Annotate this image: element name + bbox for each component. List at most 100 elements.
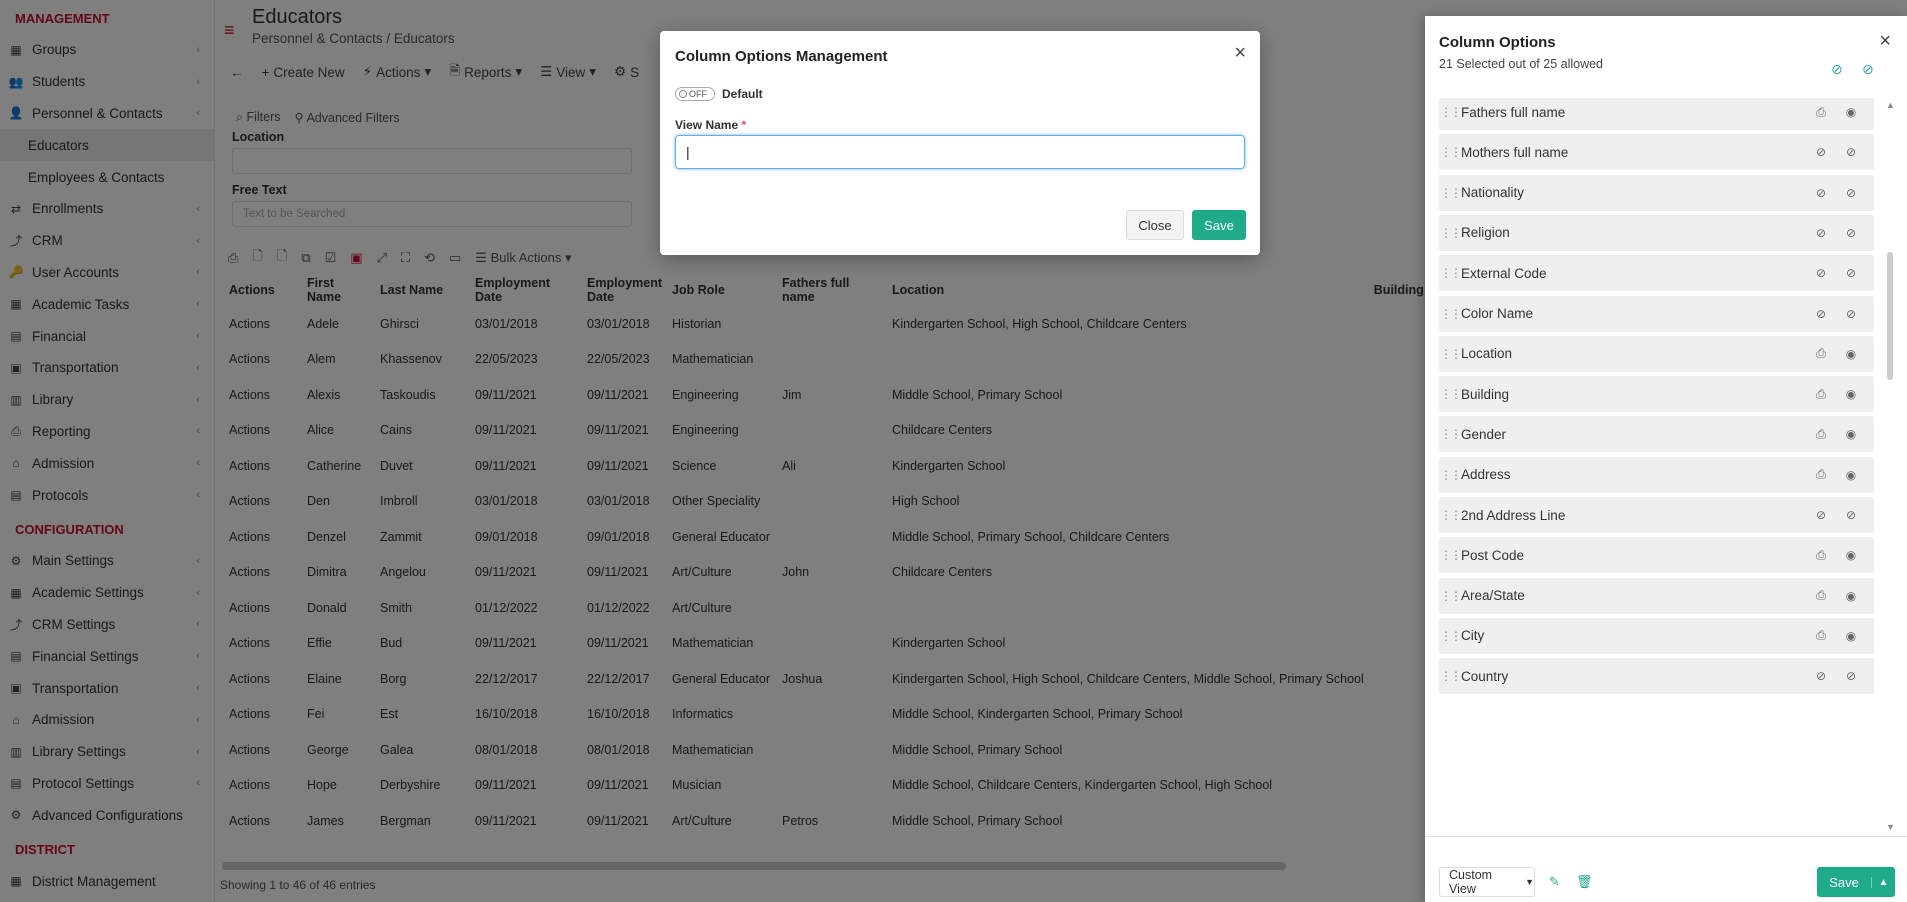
print-icon[interactable]: ⎙ [1806, 427, 1836, 442]
column-option-name: Location [1461, 346, 1513, 362]
drag-handle-icon[interactable]: ⋮⋮ [1439, 186, 1462, 200]
eye-icon[interactable]: ◉ [1836, 548, 1866, 562]
drag-handle-icon[interactable]: ⋮⋮ [1439, 266, 1462, 280]
print-hidden-icon[interactable]: ⊘ [1806, 307, 1836, 321]
column-option-item[interactable]: ⋮⋮ Address ⎙ ◉ [1439, 456, 1874, 493]
view-name-label-text: View Name [675, 118, 739, 132]
panel-scrollbar[interactable] [1887, 252, 1893, 380]
print-icon[interactable]: ⎙ [1806, 548, 1836, 563]
print-hidden-icon[interactable]: ⊘ [1806, 266, 1836, 280]
column-option-name: External Code [1461, 265, 1547, 281]
column-option-item[interactable]: ⋮⋮ Area/State ⎙ ◉ [1439, 577, 1874, 614]
column-option-name: Fathers full name [1461, 104, 1566, 120]
drag-handle-icon[interactable]: ⋮⋮ [1439, 307, 1462, 321]
column-option-item[interactable]: ⋮⋮ Country ⊘ ⊘ [1439, 658, 1874, 695]
column-option-name: Gender [1461, 426, 1507, 442]
panel-save-label: Save [1829, 874, 1859, 890]
column-option-name: 2nd Address Line [1461, 507, 1566, 523]
eye-hidden-all-icon[interactable]: ⊘ [1862, 61, 1874, 78]
eye-icon[interactable]: ◉ [1836, 105, 1866, 119]
column-option-item[interactable]: ⋮⋮ Mothers full name ⊘ ⊘ [1439, 134, 1874, 171]
column-options-modal: Column Options Management × OFF Default … [660, 31, 1260, 255]
modal-title: Column Options Management [675, 48, 888, 65]
eye-hidden-icon[interactable]: ⊘ [1836, 226, 1866, 240]
required-mark: * [741, 118, 747, 132]
column-option-item[interactable]: ⋮⋮ Fathers full name ⎙ ◉ [1439, 98, 1874, 130]
print-hidden-icon[interactable]: ⊘ [1806, 186, 1836, 200]
column-option-item[interactable]: ⋮⋮ Building ⎙ ◉ [1439, 376, 1874, 413]
print-icon[interactable]: ⎙ [1806, 346, 1836, 361]
panel-footer: Custom View ▼ ✎ 🗑 Save ▲ [1425, 836, 1907, 902]
drag-handle-icon[interactable]: ⋮⋮ [1439, 347, 1462, 361]
print-hidden-icon[interactable]: ⊘ [1806, 226, 1836, 240]
column-option-item[interactable]: ⋮⋮ External Code ⊘ ⊘ [1439, 255, 1874, 292]
drag-handle-icon[interactable]: ⋮⋮ [1439, 145, 1462, 159]
modal-close-button[interactable]: Close [1126, 210, 1184, 240]
column-option-name: City [1461, 628, 1485, 644]
custom-view-select[interactable]: Custom View ▼ [1439, 867, 1535, 897]
view-name-label: View Name * [675, 118, 746, 132]
toggle-knob [679, 90, 687, 98]
column-option-name: Address [1461, 467, 1511, 483]
column-option-item[interactable]: ⋮⋮ Location ⎙ ◉ [1439, 335, 1874, 372]
save-dropdown-caret-icon[interactable]: ▲ [1871, 876, 1895, 888]
print-hidden-icon[interactable]: ⊘ [1806, 508, 1836, 522]
default-toggle[interactable]: OFF [675, 87, 715, 101]
drag-handle-icon[interactable]: ⋮⋮ [1439, 629, 1462, 643]
panel-save-button[interactable]: Save ▲ [1817, 867, 1895, 897]
column-option-item[interactable]: ⋮⋮ Religion ⊘ ⊘ [1439, 214, 1874, 251]
drag-handle-icon[interactable]: ⋮⋮ [1439, 226, 1462, 240]
eye-icon[interactable]: ◉ [1836, 347, 1866, 361]
print-icon[interactable]: ⎙ [1806, 467, 1836, 482]
print-icon[interactable]: ⎙ [1806, 105, 1836, 120]
eye-icon[interactable]: ◉ [1836, 589, 1866, 603]
print-hidden-icon[interactable]: ⊘ [1806, 145, 1836, 159]
column-options-panel: Column Options 21 Selected out of 25 all… [1425, 16, 1907, 902]
column-option-item[interactable]: ⋮⋮ Post Code ⎙ ◉ [1439, 537, 1874, 574]
scroll-down-icon[interactable]: ▼ [1886, 822, 1895, 832]
print-hidden-all-icon[interactable]: ⊘ [1831, 61, 1843, 78]
print-icon[interactable]: ⎙ [1806, 628, 1836, 643]
modal-save-button[interactable]: Save [1192, 210, 1246, 240]
drag-handle-icon[interactable]: ⋮⋮ [1439, 669, 1462, 683]
drag-handle-icon[interactable]: ⋮⋮ [1439, 468, 1462, 482]
column-option-name: Color Name [1461, 306, 1534, 321]
column-option-name: Nationality [1461, 185, 1525, 201]
column-option-item[interactable]: ⋮⋮ Gender ⎙ ◉ [1439, 416, 1874, 453]
column-option-name: Country [1461, 668, 1509, 684]
drag-handle-icon[interactable]: ⋮⋮ [1439, 548, 1462, 562]
app: MANAGEMENT ▦Groups‹👥Students‹👤Personnel … [0, 0, 1907, 902]
toggle-state-label: OFF [689, 89, 707, 99]
column-option-item[interactable]: ⋮⋮ 2nd Address Line ⊘ ⊘ [1439, 497, 1874, 533]
print-hidden-icon[interactable]: ⊘ [1806, 669, 1836, 683]
eye-hidden-icon[interactable]: ⊘ [1836, 186, 1866, 200]
drag-handle-icon[interactable]: ⋮⋮ [1439, 387, 1462, 401]
edit-pencil-icon[interactable]: ✎ [1549, 874, 1560, 890]
drag-handle-icon[interactable]: ⋮⋮ [1439, 589, 1462, 603]
eye-hidden-icon[interactable]: ⊘ [1836, 508, 1866, 522]
print-icon[interactable]: ⎙ [1806, 387, 1836, 402]
eye-hidden-icon[interactable]: ⊘ [1836, 145, 1866, 159]
drag-handle-icon[interactable]: ⋮⋮ [1439, 508, 1462, 522]
panel-title: Column Options [1439, 34, 1556, 51]
eye-hidden-icon[interactable]: ⊘ [1836, 307, 1866, 321]
view-name-input[interactable]: | [675, 135, 1245, 169]
eye-icon[interactable]: ◉ [1836, 387, 1866, 401]
eye-icon[interactable]: ◉ [1836, 629, 1866, 643]
print-icon[interactable]: ⎙ [1806, 588, 1836, 603]
eye-icon[interactable]: ◉ [1836, 468, 1866, 482]
eye-hidden-icon[interactable]: ⊘ [1836, 266, 1866, 280]
column-option-item[interactable]: ⋮⋮ Color Name ⊘ ⊘ [1439, 295, 1874, 332]
column-option-name: Religion [1461, 225, 1510, 241]
eye-hidden-icon[interactable]: ⊘ [1836, 669, 1866, 683]
column-list: ⋮⋮ Fathers full name ⎙ ◉ ⋮⋮ Mothers full name… [1439, 98, 1874, 836]
drag-handle-icon[interactable]: ⋮⋮ [1439, 427, 1462, 441]
trash-icon[interactable]: 🗑 [1576, 874, 1593, 890]
column-option-item[interactable]: ⋮⋮ City ⎙ ◉ [1439, 617, 1874, 654]
scroll-up-icon[interactable]: ▲ [1886, 100, 1895, 110]
column-option-item[interactable]: ⋮⋮ Nationality ⊘ ⊘ [1439, 174, 1874, 211]
eye-icon[interactable]: ◉ [1836, 427, 1866, 441]
panel-close-icon[interactable]: × [1879, 30, 1891, 53]
modal-close-icon[interactable]: × [1234, 42, 1246, 65]
drag-handle-icon[interactable]: ⋮⋮ [1439, 105, 1462, 119]
